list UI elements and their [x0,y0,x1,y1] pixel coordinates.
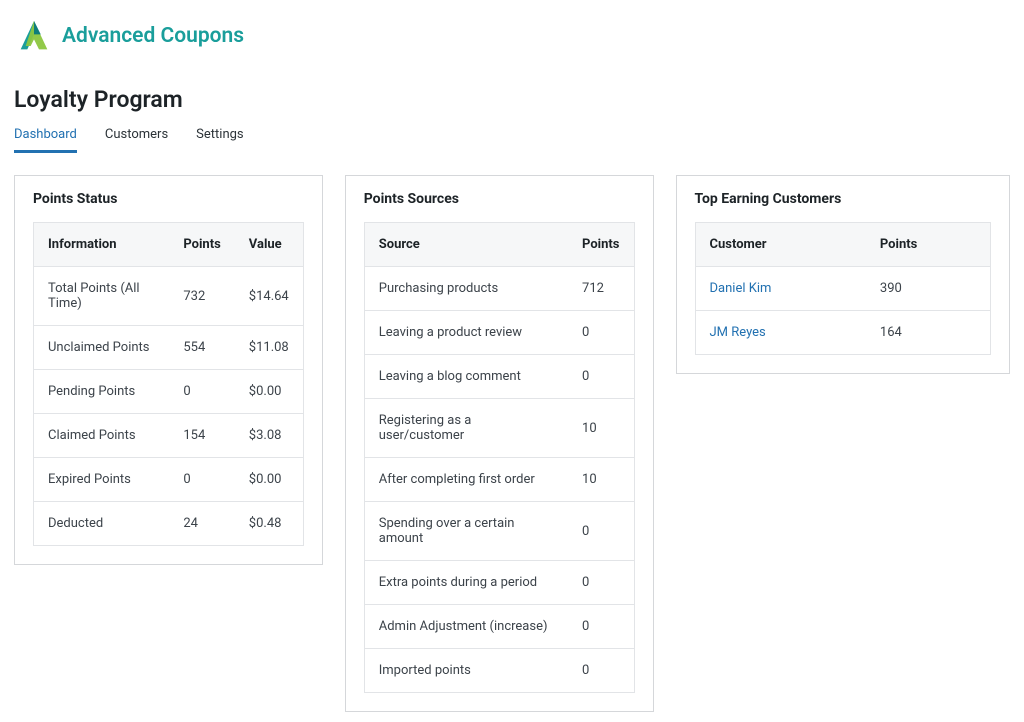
top-customers-table: Customer Points Daniel Kim 390 JM Reyes 164 [695,222,992,355]
cell-value: $11.08 [235,326,303,370]
table-row: Total Points (All Time)732$14.64 [34,267,304,326]
cell-value: $0.00 [235,458,303,502]
th-customer-points: Points [866,223,991,267]
th-source-points: Points [568,223,634,267]
points-sources-card: Points Sources Source Points Purchasing … [345,175,654,712]
cell-customer: JM Reyes [695,311,866,355]
points-status-title: Points Status [15,176,322,222]
customer-link[interactable]: Daniel Kim [710,281,772,296]
cell-info: Expired Points [34,458,170,502]
th-customer: Customer [695,223,866,267]
cell-source-points: 712 [568,267,634,311]
table-row: Leaving a blog comment0 [364,355,634,399]
cell-info: Deducted [34,502,170,546]
cell-source-points: 0 [568,605,634,649]
cell-customer-points: 164 [866,311,991,355]
cell-info: Claimed Points [34,414,170,458]
cell-value: $3.08 [235,414,303,458]
cell-source: Imported points [364,649,568,693]
tab-settings[interactable]: Settings [196,127,243,152]
points-status-table: Information Points Value Total Points (A… [33,222,304,546]
cell-points: 24 [169,502,234,546]
table-row: Imported points0 [364,649,634,693]
cell-source-points: 0 [568,561,634,605]
table-row: Registering as a user/customer10 [364,399,634,458]
table-row: After completing first order10 [364,458,634,502]
cell-points: 554 [169,326,234,370]
tab-dashboard[interactable]: Dashboard [14,127,77,153]
points-sources-table: Source Points Purchasing products712Leav… [364,222,635,693]
table-row: Expired Points0$0.00 [34,458,304,502]
cell-source: Leaving a blog comment [364,355,568,399]
table-row: Unclaimed Points554$11.08 [34,326,304,370]
top-customers-card: Top Earning Customers Customer Points Da… [676,175,1011,374]
customer-link[interactable]: JM Reyes [710,325,766,340]
cell-customer: Daniel Kim [695,267,866,311]
cell-points: 0 [169,370,234,414]
table-row: Leaving a product review0 [364,311,634,355]
table-row: Claimed Points154$3.08 [34,414,304,458]
cell-customer-points: 390 [866,267,991,311]
cell-source: Purchasing products [364,267,568,311]
tab-customers[interactable]: Customers [105,127,168,152]
cell-points: 0 [169,458,234,502]
table-row: Purchasing products712 [364,267,634,311]
cell-source: Leaving a product review [364,311,568,355]
cell-source: Admin Adjustment (increase) [364,605,568,649]
table-row: Daniel Kim 390 [695,267,991,311]
cell-points: 154 [169,414,234,458]
cell-info: Total Points (All Time) [34,267,170,326]
brand-header: Advanced Coupons [14,16,1010,56]
cell-value: $0.48 [235,502,303,546]
th-information: Information [34,223,170,267]
brand-logo-icon [14,16,54,56]
cell-source-points: 10 [568,458,634,502]
cell-source-points: 0 [568,355,634,399]
top-customers-title: Top Earning Customers [677,176,1010,222]
points-status-card: Points Status Information Points Value T… [14,175,323,565]
table-row: Admin Adjustment (increase)0 [364,605,634,649]
cell-source-points: 0 [568,502,634,561]
cell-source: Extra points during a period [364,561,568,605]
points-sources-title: Points Sources [346,176,653,222]
cell-source-points: 0 [568,649,634,693]
brand-name: Advanced Coupons [62,24,244,48]
table-row: Deducted24$0.48 [34,502,304,546]
table-row: Pending Points0$0.00 [34,370,304,414]
cell-source: Spending over a certain amount [364,502,568,561]
table-row: Extra points during a period0 [364,561,634,605]
cell-info: Pending Points [34,370,170,414]
th-points: Points [169,223,234,267]
cell-value: $14.64 [235,267,303,326]
table-row: Spending over a certain amount0 [364,502,634,561]
cell-source-points: 0 [568,311,634,355]
cell-source: After completing first order [364,458,568,502]
cell-value: $0.00 [235,370,303,414]
tabs-nav: Dashboard Customers Settings [14,127,1010,153]
page-title: Loyalty Program [14,86,1010,113]
cell-source-points: 10 [568,399,634,458]
cell-info: Unclaimed Points [34,326,170,370]
th-source: Source [364,223,568,267]
cell-points: 732 [169,267,234,326]
cell-source: Registering as a user/customer [364,399,568,458]
th-value: Value [235,223,303,267]
table-row: JM Reyes 164 [695,311,991,355]
